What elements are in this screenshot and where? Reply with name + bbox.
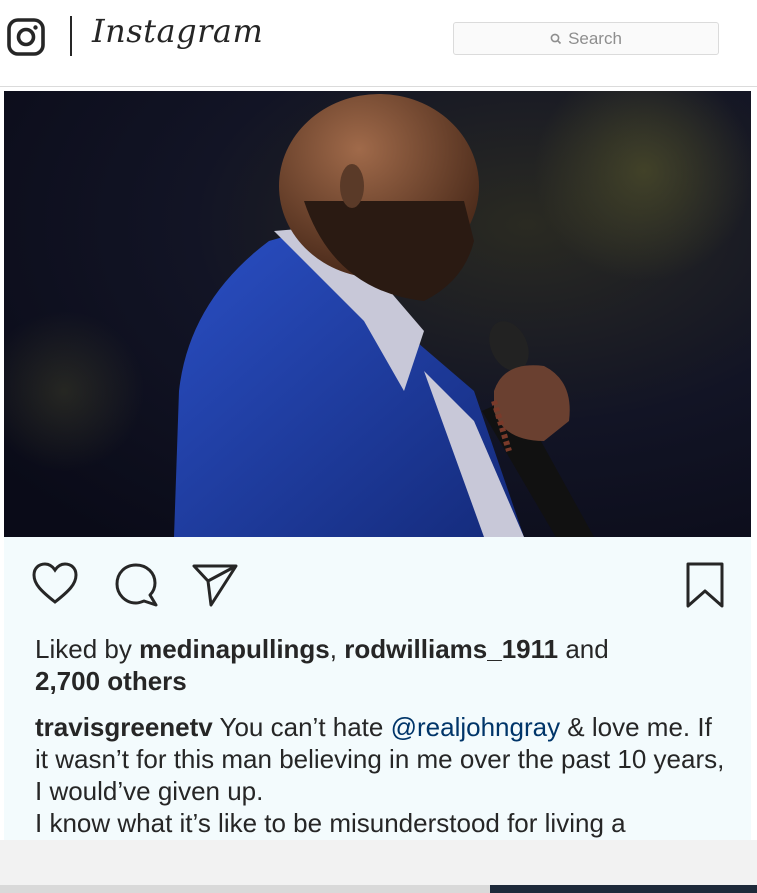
bookmark-icon[interactable]: [684, 561, 726, 609]
search-icon: [550, 33, 562, 44]
likes-summary: Liked by medinapullings, rodwilliams_191…: [35, 633, 715, 697]
caption-text-3: I know what it’s like to be misunderstoo…: [35, 808, 626, 838]
liker-link-1[interactable]: medinapullings: [139, 634, 330, 664]
post-details-panel: Liked by medinapullings, rodwilliams_191…: [4, 537, 751, 840]
likes-prefix: Liked by: [35, 634, 140, 664]
liker-link-2[interactable]: rodwilliams_1911: [344, 634, 558, 664]
search-input[interactable]: Search: [453, 22, 719, 55]
instagram-glyph-icon[interactable]: [7, 18, 45, 56]
likes-and: and: [558, 634, 609, 664]
comment-icon[interactable]: [112, 561, 160, 609]
likes-separator: ,: [329, 634, 345, 664]
logo-divider: [70, 16, 72, 56]
post-photo: [4, 91, 751, 537]
likes-others-link[interactable]: 2,700 others: [35, 666, 187, 696]
post-caption: travisgreenetv You can’t hate @realjohng…: [35, 711, 725, 839]
search-placeholder: Search: [568, 28, 622, 48]
share-icon[interactable]: [191, 561, 239, 609]
taskbar-dark-segment: [490, 885, 757, 893]
caption-mention-link[interactable]: @realjohngray: [391, 712, 560, 742]
caption-username[interactable]: travisgreenetv: [35, 712, 213, 742]
heart-icon[interactable]: [31, 560, 79, 608]
bottom-bar: [0, 840, 757, 885]
top-navigation-bar: Instagram Search: [0, 0, 757, 87]
post-image[interactable]: [4, 91, 751, 537]
caption-text-1: You can’t hate: [212, 712, 391, 742]
taskbar-strip: [0, 885, 757, 893]
instagram-wordmark[interactable]: Instagram: [92, 12, 263, 50]
